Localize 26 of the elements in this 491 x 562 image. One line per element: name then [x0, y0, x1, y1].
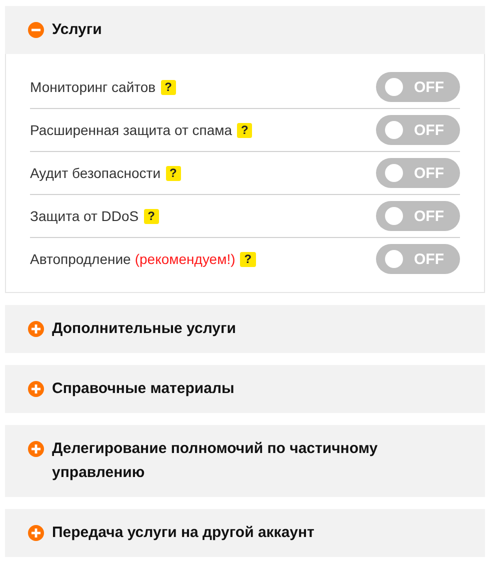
help-badge[interactable]: ?	[240, 252, 256, 266]
recommendation-note: (рекомендуем!)	[134, 251, 236, 267]
section-header[interactable]: Дополнительные услуги	[5, 305, 485, 353]
service-label: Защита от DDoS	[30, 208, 139, 224]
help-badge[interactable]: ?	[160, 80, 176, 94]
minus-icon	[28, 22, 44, 38]
plus-icon	[28, 381, 44, 397]
section-title: Передача услуги на другой аккаунт	[52, 523, 314, 543]
service-label: Мониторинг сайтов	[30, 79, 156, 95]
section-header[interactable]: Справочные материалы	[5, 365, 485, 413]
service-label: Автопродление	[30, 251, 131, 267]
help-badge[interactable]: ?	[144, 208, 159, 224]
section-title: Услуги	[52, 20, 102, 40]
service-label: Расширенная защита от спама	[30, 122, 232, 138]
plus-icon	[28, 441, 44, 457]
plus-icon	[28, 525, 44, 541]
section-title: Справочные материалы	[52, 379, 234, 399]
help-badge[interactable]: ?	[166, 166, 181, 180]
help-badge[interactable]: ?	[237, 122, 252, 138]
section-header[interactable]: Делегирование полномочий по частичному управлению	[5, 425, 485, 497]
section-title: Дополнительные услуги	[52, 319, 236, 339]
service-label: Аудит безопасности	[30, 165, 161, 181]
section-header[interactable]: Услуги	[5, 6, 485, 54]
section-title: Делегирование полномочий по частичному управлению	[52, 439, 379, 483]
section-header[interactable]: Передача услуги на другой аккаунт	[5, 509, 485, 557]
plus-icon	[28, 321, 44, 337]
